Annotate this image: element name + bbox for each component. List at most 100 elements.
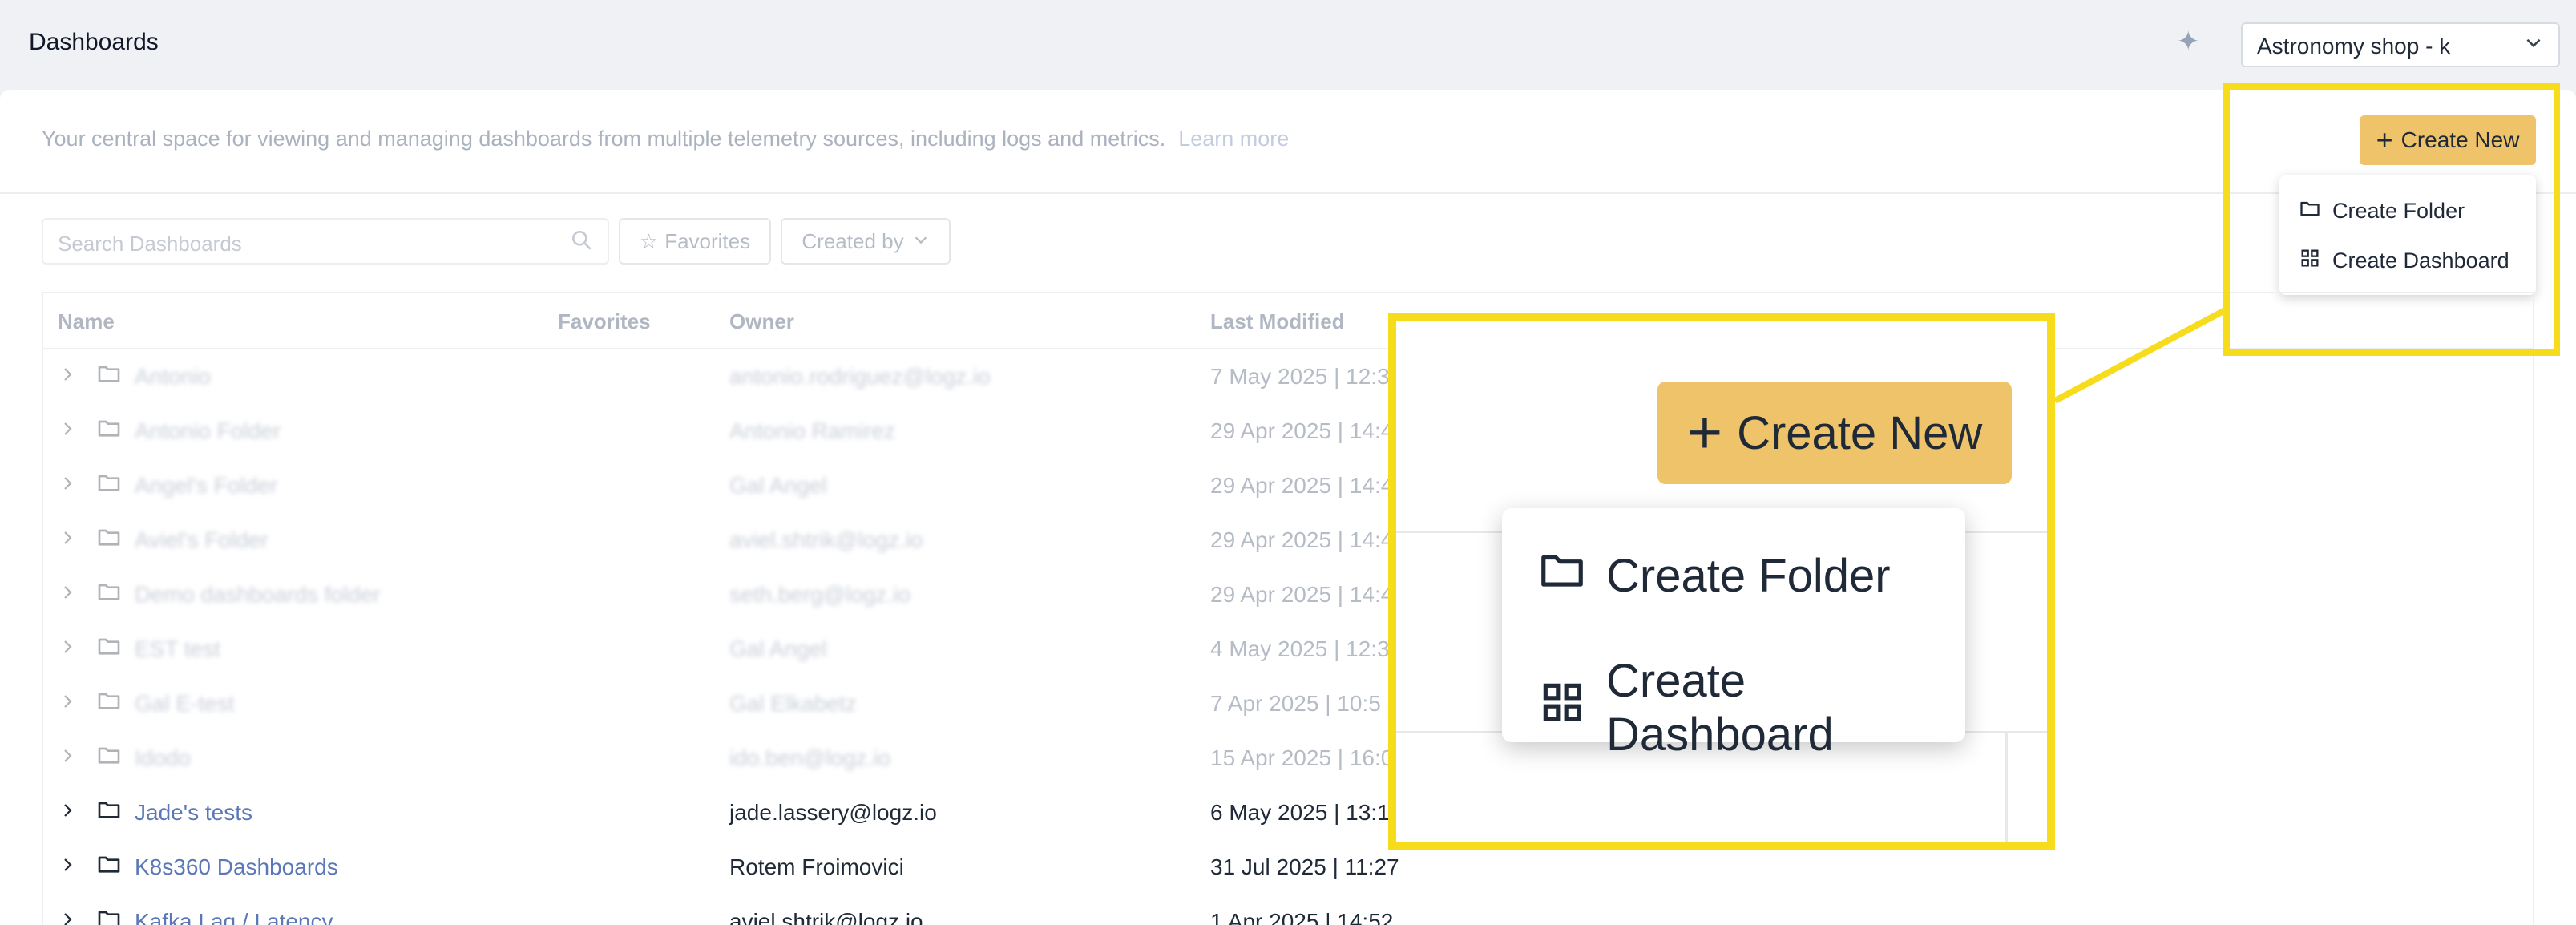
zoom-menu-item-create-dashboard: Create Dashboard: [1537, 654, 1965, 761]
chevron-down-icon: [912, 229, 930, 254]
table-row[interactable]: K8s360 Dashboards Rotem Froimovici 31 Jul …: [43, 840, 2533, 895]
zoom-create-new-button: + Create New: [1657, 382, 2012, 484]
zoom-menu-item-create-folder: Create Folder: [1537, 545, 1891, 606]
owner-cell: Gal Angel: [729, 473, 827, 498]
folder-name-link[interactable]: Antonio: [135, 364, 211, 390]
owner-cell: seth.berg@logz.io: [729, 582, 911, 607]
folder-name-link[interactable]: Idodo: [135, 745, 191, 771]
folder-icon: [96, 415, 122, 446]
folder-name-link[interactable]: Kafka Lag / Latency: [135, 909, 333, 925]
folder-name-link[interactable]: Demo dashboards folder: [135, 582, 381, 608]
owner-cell: ido.ben@logz.io: [729, 745, 891, 770]
callout-highlight: [2223, 83, 2560, 356]
chevron-right-icon[interactable]: [58, 636, 77, 662]
folder-icon: [96, 633, 122, 664]
account-select[interactable]: Astronomy shop - k: [2241, 22, 2560, 67]
last-modified-cell: 4 May 2025 | 12:3: [1210, 636, 1390, 661]
folder-icon: [96, 906, 122, 925]
created-by-label: Created by: [801, 228, 904, 253]
created-by-filter[interactable]: Created by: [781, 218, 951, 265]
column-header-name[interactable]: Name: [58, 309, 115, 334]
zoom-menu-item-label: Create Folder: [1606, 549, 1891, 602]
divider: [2005, 731, 2008, 842]
zoom-callout: + Create New Create Folder Create Dashbo…: [1388, 313, 2055, 850]
last-modified-cell: 7 May 2025 | 12:3: [1210, 364, 1390, 389]
intro-row: Your central space for viewing and manag…: [0, 90, 2576, 194]
favorites-filter-button[interactable]: ☆ Favorites: [619, 218, 771, 265]
dashboards-table: Name Favorites Owner Last Modified Anton…: [42, 292, 2534, 925]
owner-cell: Gal Elkabetz: [729, 691, 857, 716]
favorites-filter-label: Favorites: [664, 228, 751, 253]
owner-cell: antonio.rodriguez@logz.io: [729, 364, 991, 389]
chevron-right-icon[interactable]: [58, 582, 77, 608]
chevron-right-icon[interactable]: [58, 364, 77, 390]
chevron-right-icon[interactable]: [58, 854, 77, 880]
last-modified-cell: 1 Apr 2025 | 14:52: [1210, 909, 1394, 925]
dashboard-grid-icon: [1537, 677, 1587, 738]
folder-icon: [1537, 545, 1587, 606]
owner-cell: Gal Angel: [729, 636, 827, 661]
table-header: Name Favorites Owner Last Modified: [43, 293, 2533, 349]
search-icon: [569, 228, 595, 259]
intro-description: Your central space for viewing and manag…: [42, 127, 1166, 151]
plus-icon: +: [1686, 398, 1723, 467]
folder-icon: [96, 524, 122, 555]
folder-icon: [96, 688, 122, 719]
page-title: Dashboards: [29, 29, 159, 55]
folder-icon: [96, 742, 122, 774]
folder-name-link[interactable]: K8s360 Dashboards: [135, 854, 338, 880]
column-header-last-modified[interactable]: Last Modified: [1210, 309, 1345, 334]
chevron-right-icon[interactable]: [58, 418, 77, 444]
chevron-right-icon[interactable]: [58, 800, 77, 826]
folder-name-link[interactable]: Aviel's Folder: [135, 527, 269, 553]
chevron-right-icon[interactable]: [58, 527, 77, 553]
intro-text: Your central space for viewing and manag…: [42, 127, 1289, 151]
search-placeholder: Search Dashboards: [58, 232, 242, 256]
folder-name-link[interactable]: Gal E-test: [135, 691, 234, 717]
column-header-favorites[interactable]: Favorites: [558, 309, 651, 334]
top-bar: Dashboards ✦ Astronomy shop - k: [0, 0, 2576, 90]
chevron-right-icon[interactable]: [58, 745, 77, 771]
column-header-owner[interactable]: Owner: [729, 309, 794, 334]
last-modified-cell: 29 Apr 2025 | 14:4: [1210, 527, 1394, 552]
last-modified-cell: 29 Apr 2025 | 14:4: [1210, 418, 1394, 443]
table-row[interactable]: Angel's Folder Gal Angel 29 Apr 2025 | 14:…: [43, 458, 2533, 513]
account-select-value: Astronomy shop - k: [2257, 34, 2451, 59]
table-row[interactable]: Idodo ido.ben@logz.io 15 Apr 2025 | 16:0: [43, 731, 2533, 786]
owner-cell: jade.lassery@logz.io: [729, 800, 937, 825]
sparkle-icon[interactable]: ✦: [2177, 26, 2200, 58]
zoom-create-menu: Create Folder Create Dashboard: [1502, 508, 1965, 761]
table-row[interactable]: Gal E-test Gal Elkabetz 7 Apr 2025 | 10:5: [43, 677, 2533, 731]
owner-cell: Rotem Froimovici: [729, 854, 904, 879]
table-row[interactable]: Jade's tests jade.lassery@logz.io 6 May 20…: [43, 786, 2533, 840]
folder-icon: [96, 797, 122, 828]
zoom-create-new-label: Create New: [1737, 406, 1983, 459]
table-row[interactable]: Kafka Lag / Latency aviel.shtrik@logz.io 1…: [43, 895, 2533, 925]
table-row[interactable]: Antonio Folder Antonio Ramirez 29 Apr 2025…: [43, 404, 2533, 458]
owner-cell: aviel.shtrik@logz.io: [729, 909, 923, 925]
table-row[interactable]: Aviel's Folder aviel.shtrik@logz.io 29 Apr…: [43, 513, 2533, 568]
folder-name-link[interactable]: Angel's Folder: [135, 473, 277, 499]
chevron-right-icon[interactable]: [58, 473, 77, 499]
zoom-menu-item-label: Create Dashboard: [1606, 655, 1834, 761]
last-modified-cell: 15 Apr 2025 | 16:0: [1210, 745, 1394, 770]
search-input[interactable]: Search Dashboards: [42, 218, 609, 265]
folder-name-link[interactable]: EST test: [135, 636, 220, 662]
folder-icon: [96, 361, 122, 392]
owner-cell: aviel.shtrik@logz.io: [729, 527, 923, 552]
chevron-right-icon[interactable]: [58, 909, 77, 925]
table-row[interactable]: Antonio antonio.rodriguez@logz.io 7 May 20…: [43, 349, 2533, 404]
table-row[interactable]: Demo dashboards folder seth.berg@logz.io 2…: [43, 568, 2533, 622]
chevron-right-icon[interactable]: [58, 691, 77, 717]
table-row[interactable]: EST test Gal Angel 4 May 2025 | 12:3: [43, 622, 2533, 677]
chevron-down-icon: [2523, 32, 2544, 59]
folder-icon: [96, 579, 122, 610]
folder-icon: [96, 470, 122, 501]
folder-name-link[interactable]: Jade's tests: [135, 800, 252, 826]
last-modified-cell: 29 Apr 2025 | 14:4: [1210, 582, 1394, 607]
folder-name-link[interactable]: Antonio Folder: [135, 418, 281, 444]
learn-more-link[interactable]: Learn more: [1178, 127, 1289, 151]
last-modified-cell: 7 Apr 2025 | 10:5: [1210, 691, 1381, 716]
star-icon: ☆: [639, 228, 659, 253]
owner-cell: Antonio Ramirez: [729, 418, 895, 443]
